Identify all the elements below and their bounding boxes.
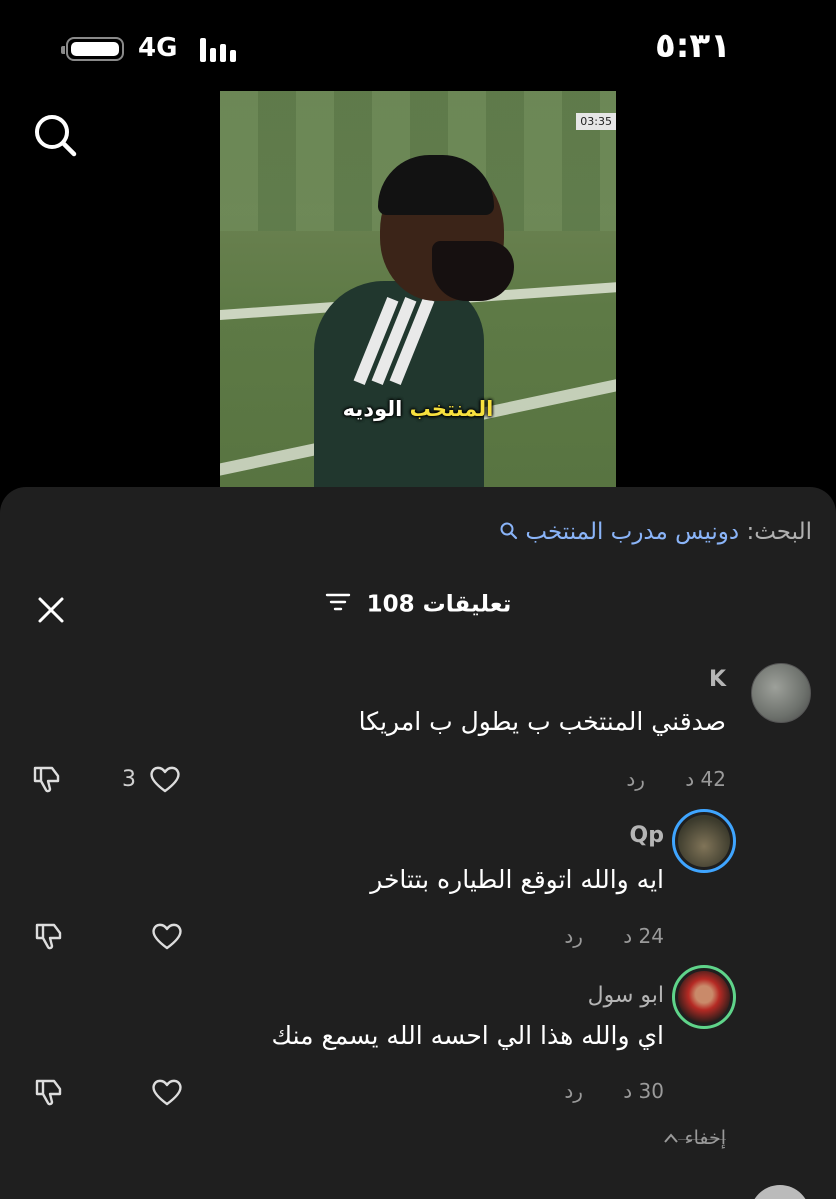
thumbs-down-icon[interactable] [30, 762, 64, 796]
heart-icon[interactable] [150, 919, 184, 953]
comment-text: ايه والله اتوقع الطياره بتتاخر [370, 865, 664, 894]
search-prefix: البحث: [746, 519, 812, 545]
hide-replies-label: إخفاء [684, 1127, 726, 1149]
comment-username[interactable]: K [709, 667, 726, 692]
comment-meta: 42 د رد [626, 767, 726, 791]
caption-text: الوديه [342, 397, 403, 421]
thumbs-down-icon[interactable] [32, 919, 66, 953]
search-icon [500, 520, 518, 546]
comment-text: اي والله هذا الي احسه الله يسمع منك [271, 1021, 664, 1050]
video-player[interactable]: 03:35 المنتخب الوديه [220, 91, 616, 487]
avatar[interactable] [672, 809, 736, 873]
clock: ٥:٣١ [655, 26, 731, 66]
heart-icon[interactable] [148, 762, 182, 796]
thumbs-down-icon[interactable] [32, 1075, 66, 1109]
avatar[interactable] [672, 965, 736, 1029]
hide-replies-button[interactable]: إخفاء [663, 1127, 726, 1149]
battery-icon [61, 37, 124, 61]
chevron-up-icon [663, 1127, 679, 1149]
comment-username[interactable]: Qp [630, 823, 664, 848]
heart-icon[interactable] [150, 1075, 184, 1109]
comment-time: 42 د [685, 767, 726, 791]
search-term[interactable]: دونيس مدرب المنتخب [525, 519, 739, 545]
score-overlay: 03:35 [576, 113, 616, 130]
signal-icon [200, 38, 236, 62]
caption-highlight: المنتخب [409, 397, 494, 421]
comments-header: 108 تعليقات [0, 591, 836, 619]
video-caption: المنتخب الوديه [220, 397, 616, 421]
comment-meta: 24 د رد [564, 924, 664, 948]
reply-button[interactable]: رد [626, 767, 645, 791]
search-query-link[interactable]: البحث: دونيس مدرب المنتخب [498, 519, 812, 546]
avatar[interactable] [751, 663, 811, 723]
status-bar: 4G ٥:٣١ [0, 0, 836, 90]
comment-text: صدقني المنتخب ب يطول ب امريكا [358, 707, 726, 736]
comments-count: 108 تعليقات [366, 591, 512, 618]
comment-username[interactable]: ابو سول [588, 983, 664, 1008]
network-type: 4G [138, 33, 178, 63]
like-count: 3 [122, 767, 136, 792]
comment-time: 30 د [623, 1079, 664, 1103]
reply-button[interactable]: رد [564, 1079, 583, 1103]
search-icon[interactable] [28, 108, 82, 162]
reply-button[interactable]: رد [564, 924, 583, 948]
sort-icon[interactable] [325, 591, 351, 619]
comment-meta: 30 د رد [564, 1079, 664, 1103]
comments-panel: البحث: دونيس مدرب المنتخب 108 تعليقات K … [0, 487, 836, 1199]
comment-time: 24 د [623, 924, 664, 948]
avatar[interactable] [750, 1185, 810, 1199]
